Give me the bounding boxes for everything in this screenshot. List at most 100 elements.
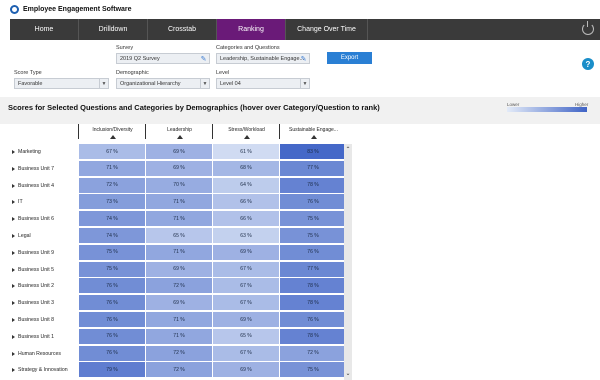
- score-cell[interactable]: 76 %: [79, 328, 145, 344]
- score-cell[interactable]: 67 %: [213, 278, 279, 294]
- survey-select[interactable]: 2019 Q2 Survey ✎: [116, 53, 210, 64]
- power-icon[interactable]: [582, 21, 594, 35]
- score-cell[interactable]: 76 %: [280, 312, 346, 327]
- scroll-down-icon[interactable]: ⌄: [344, 370, 352, 378]
- edit-pencil-icon[interactable]: ✎: [199, 55, 208, 64]
- row-label[interactable]: Legal: [12, 228, 76, 244]
- expand-triangle-icon[interactable]: [12, 183, 15, 188]
- expand-triangle-icon[interactable]: [12, 250, 15, 255]
- row-label[interactable]: Business Unit 2: [12, 278, 76, 294]
- score-cell[interactable]: 78 %: [280, 278, 346, 294]
- score-cell[interactable]: 72 %: [146, 278, 212, 294]
- edit-pencil-icon[interactable]: ✎: [299, 55, 308, 64]
- score-cell[interactable]: 69 %: [146, 144, 212, 159]
- score-cell[interactable]: 65 %: [213, 328, 279, 344]
- score-cell[interactable]: 76 %: [79, 295, 145, 311]
- expand-triangle-icon[interactable]: [12, 234, 15, 238]
- score-cell[interactable]: 71 %: [146, 211, 212, 227]
- tab-home[interactable]: Home: [10, 19, 79, 40]
- score-cell[interactable]: 76 %: [280, 244, 346, 260]
- expand-triangle-icon[interactable]: [12, 267, 15, 272]
- column-header-stress-workload[interactable]: Stress/Workload: [212, 124, 280, 139]
- score-cell[interactable]: 71 %: [146, 328, 212, 344]
- score-cell[interactable]: 69 %: [146, 160, 212, 176]
- sort-arrow-icon[interactable]: [244, 135, 250, 139]
- row-label[interactable]: Strategy & Innovation: [12, 362, 76, 378]
- score-cell[interactable]: 67 %: [213, 261, 279, 277]
- chevron-down-icon[interactable]: ▼: [300, 79, 309, 88]
- score-cell[interactable]: 78 %: [280, 177, 346, 193]
- score-cell[interactable]: 69 %: [213, 244, 279, 260]
- expand-triangle-icon[interactable]: [12, 217, 15, 222]
- score-cell[interactable]: 69 %: [213, 312, 279, 327]
- score-cell[interactable]: 75 %: [79, 244, 145, 260]
- categories-select[interactable]: Leadership, Sustainable Engage... ✎: [216, 53, 310, 64]
- vertical-scrollbar[interactable]: ⌃ ⌄: [344, 144, 352, 380]
- score-cell[interactable]: 67 %: [213, 295, 279, 311]
- score-cell[interactable]: 75 %: [280, 362, 346, 378]
- row-label[interactable]: Business Unit 1: [12, 329, 76, 345]
- score-cell[interactable]: 76 %: [280, 194, 346, 210]
- column-header-leadership[interactable]: Leadership: [145, 124, 213, 139]
- score-cell[interactable]: 63 %: [213, 228, 279, 243]
- tab-crosstab[interactable]: Crosstab: [148, 19, 217, 40]
- score-cell[interactable]: 75 %: [79, 261, 145, 277]
- score-cell[interactable]: 72 %: [146, 345, 212, 361]
- sort-arrow-icon[interactable]: [177, 135, 183, 139]
- score-cell[interactable]: 69 %: [146, 261, 212, 277]
- row-label[interactable]: Business Unit 9: [12, 245, 76, 261]
- row-label[interactable]: Business Unit 6: [12, 211, 76, 227]
- row-label[interactable]: Business Unit 3: [12, 295, 76, 311]
- row-label[interactable]: Business Unit 4: [12, 178, 76, 194]
- row-label[interactable]: Business Unit 5: [12, 262, 76, 278]
- score-cell[interactable]: 66 %: [213, 194, 279, 210]
- chevron-down-icon[interactable]: ▼: [99, 79, 108, 88]
- scroll-up-icon[interactable]: ⌃: [344, 146, 352, 154]
- score-cell[interactable]: 65 %: [146, 228, 212, 243]
- score-cell[interactable]: 83 %: [280, 144, 346, 159]
- score-cell[interactable]: 68 %: [213, 160, 279, 176]
- row-label[interactable]: Marketing: [12, 144, 76, 160]
- score-cell[interactable]: 61 %: [213, 144, 279, 159]
- score-cell[interactable]: 72 %: [79, 177, 145, 193]
- score-cell[interactable]: 74 %: [79, 211, 145, 227]
- score-cell[interactable]: 71 %: [146, 244, 212, 260]
- sort-arrow-icon[interactable]: [110, 135, 116, 139]
- score-cell[interactable]: 71 %: [79, 160, 145, 176]
- tab-drilldown[interactable]: Drilldown: [79, 19, 148, 40]
- score-cell[interactable]: 64 %: [213, 177, 279, 193]
- help-icon[interactable]: ?: [582, 58, 594, 70]
- score-cell[interactable]: 71 %: [146, 312, 212, 327]
- score-cell[interactable]: 77 %: [280, 160, 346, 176]
- score-cell[interactable]: 76 %: [79, 312, 145, 327]
- score-cell[interactable]: 78 %: [280, 295, 346, 311]
- score-type-select[interactable]: Favorable ▼: [14, 78, 109, 89]
- score-cell[interactable]: 74 %: [79, 228, 145, 243]
- sort-arrow-icon[interactable]: [311, 135, 317, 139]
- row-label[interactable]: IT: [12, 194, 76, 210]
- expand-triangle-icon[interactable]: [12, 150, 15, 154]
- demographic-select[interactable]: Organizational Hierarchy ▼: [116, 78, 210, 89]
- row-label[interactable]: Human Resources: [12, 346, 76, 362]
- score-cell[interactable]: 78 %: [280, 328, 346, 344]
- chevron-down-icon[interactable]: ▼: [200, 79, 209, 88]
- expand-triangle-icon[interactable]: [12, 351, 15, 356]
- score-cell[interactable]: 72 %: [280, 345, 346, 361]
- expand-triangle-icon[interactable]: [12, 284, 15, 289]
- score-cell[interactable]: 66 %: [213, 211, 279, 227]
- score-cell[interactable]: 79 %: [79, 362, 145, 378]
- column-header-inclusion-diversity[interactable]: Inclusion/Diversity: [78, 124, 146, 139]
- score-cell[interactable]: 72 %: [146, 362, 212, 378]
- expand-triangle-icon[interactable]: [12, 200, 15, 205]
- score-cell[interactable]: 73 %: [79, 194, 145, 210]
- expand-triangle-icon[interactable]: [12, 301, 15, 306]
- score-cell[interactable]: 69 %: [146, 295, 212, 311]
- tab-ranking[interactable]: Ranking: [217, 19, 286, 40]
- expand-triangle-icon[interactable]: [12, 368, 15, 373]
- score-cell[interactable]: 76 %: [79, 278, 145, 294]
- score-cell[interactable]: 76 %: [79, 345, 145, 361]
- score-cell[interactable]: 70 %: [146, 177, 212, 193]
- row-label[interactable]: Business Unit 7: [12, 161, 76, 177]
- score-cell[interactable]: 67 %: [79, 144, 145, 159]
- score-cell[interactable]: 75 %: [280, 211, 346, 227]
